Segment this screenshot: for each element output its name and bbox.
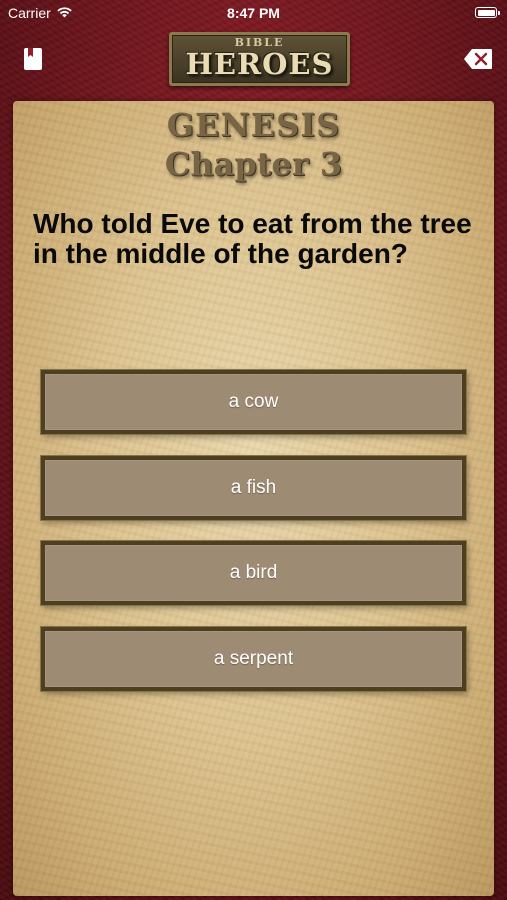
book-title: GENESIS (166, 106, 341, 144)
nav-bar: BIBLE HEROES (0, 28, 507, 94)
logo-bottom-text: HEROES (185, 47, 334, 81)
answer-button-3[interactable]: a bird (41, 541, 466, 605)
answer-button-2[interactable]: a fish (41, 455, 466, 520)
battery-icon (475, 7, 500, 18)
quiz-card: GENESIS Chapter 3 Who told Eve to eat fr… (13, 101, 494, 896)
answer-button-4[interactable]: a serpent (41, 626, 466, 691)
status-time: 8:47 PM (227, 5, 280, 21)
chapter-title: Chapter 3 (164, 145, 343, 183)
app-logo: BIBLE HEROES (169, 32, 350, 86)
answer-list: a cow a fish a bird a serpent (41, 370, 466, 712)
close-button[interactable] (463, 48, 493, 70)
delete-backspace-icon (464, 49, 492, 69)
bookmark-icon (24, 48, 42, 70)
bookmark-button[interactable] (22, 46, 44, 72)
question-text: Who told Eve to eat from the tree in the… (33, 208, 472, 269)
answer-button-1[interactable]: a cow (41, 370, 466, 434)
status-bar: Carrier 8:47 PM (0, 0, 507, 28)
